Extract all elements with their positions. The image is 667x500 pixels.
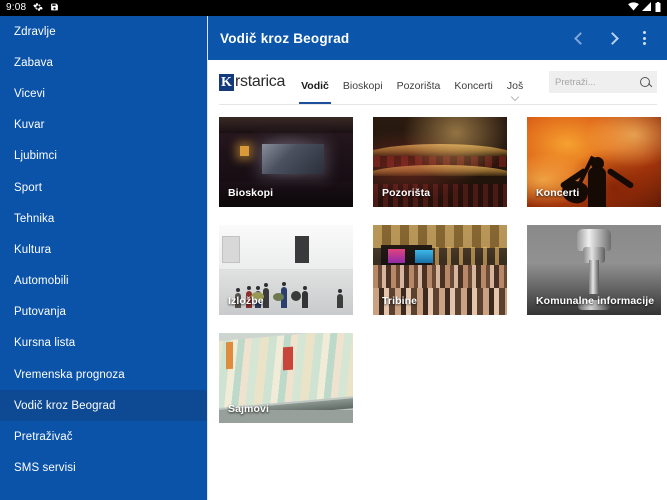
tile-komunalne-informacije[interactable]: Komunalne informacije [527, 225, 661, 315]
chevron-right-icon [605, 31, 619, 45]
kebab-menu-icon [642, 31, 646, 45]
signal-icon [642, 2, 652, 14]
tab-koncerti[interactable]: Koncerti [454, 80, 493, 104]
sidebar-item-tehnika[interactable]: Tehnika [0, 203, 207, 234]
sidebar-item-label: Vicevi [14, 87, 46, 100]
sidebar-item-label: Automobili [14, 275, 69, 288]
chevron-down-icon [510, 92, 520, 102]
tile-label: Sajmovi [228, 403, 269, 415]
battery-icon [655, 1, 661, 15]
tab-label: Još [506, 80, 524, 92]
site-header: K rstarica Vodič Bioskopi Pozorišta Konc… [209, 60, 667, 104]
sidebar-item-pretrazivac[interactable]: Pretraživač [0, 421, 207, 452]
sidebar-item-kultura[interactable]: Kultura [0, 234, 207, 265]
tab-label: Pozorišta [396, 80, 441, 92]
status-bar-left: 9:08 [6, 0, 59, 16]
tab-jos[interactable]: Još [507, 80, 523, 104]
app-bar: Vodič kroz Beograd [208, 16, 667, 60]
status-bar: 9:08 [0, 0, 667, 16]
tab-label: Vodič [301, 80, 329, 92]
sidebar-item-label: Zabava [14, 56, 53, 69]
sidebar-item-label: Zdravlje [14, 25, 56, 38]
tile-label: Pozorišta [382, 187, 431, 199]
forward-button[interactable] [597, 23, 627, 53]
sidebar-item-label: Kultura [14, 243, 52, 256]
tile-izlozbe[interactable]: Izložbe [219, 225, 353, 315]
logo-mark: K [219, 73, 234, 91]
sidebar-item-vodic-kroz-beograd[interactable]: Vodič kroz Beograd [0, 390, 207, 422]
tab-vodic[interactable]: Vodič [299, 80, 331, 104]
tab-label: Koncerti [454, 80, 493, 92]
tab-bioskopi[interactable]: Bioskopi [343, 80, 383, 104]
sidebar-item-vicevi[interactable]: Vicevi [0, 78, 207, 109]
tile-pozorista[interactable]: Pozorišta [373, 117, 507, 207]
sidebar-item-label: Kursna lista [14, 337, 76, 350]
save-icon [50, 2, 59, 15]
status-bar-right [628, 1, 661, 15]
search-input[interactable]: Pretraži... [549, 71, 657, 93]
sidebar-item-sport[interactable]: Sport [0, 172, 207, 203]
sidebar-item-automobili[interactable]: Automobili [0, 266, 207, 297]
tile-label: Bioskopi [228, 187, 274, 199]
sidebar-item-kuvar[interactable]: Kuvar [0, 110, 207, 141]
sidebar-item-ljubimci[interactable]: Ljubimci [0, 141, 207, 172]
tile-label: Koncerti [536, 187, 580, 199]
back-button[interactable] [565, 23, 595, 53]
sidebar-item-label: Ljubimci [14, 150, 57, 163]
logo-wordmark: rstarica [235, 73, 286, 90]
chevron-left-icon [573, 31, 587, 45]
sidebar-item-zdravlje[interactable]: Zdravlje [0, 16, 207, 47]
tile-koncerti[interactable]: Koncerti [527, 117, 661, 207]
screen: 9:08 Zdravlje Zabava Vicevi Kuvar Ljubim [0, 0, 667, 500]
sidebar-item-label: Pretraživač [14, 431, 73, 444]
sidebar-item-label: Kuvar [14, 119, 45, 132]
webview[interactable]: K rstarica Vodič Bioskopi Pozorišta Konc… [209, 60, 667, 500]
tab-pozorista[interactable]: Pozorišta [397, 80, 441, 104]
category-grid: Bioskopi Pozorišta Koncerti Izložbe Trib… [209, 105, 667, 423]
tile-bioskopi[interactable]: Bioskopi [219, 117, 353, 207]
sidebar-item-sms-servisi[interactable]: SMS servisi [0, 453, 207, 484]
sidebar-item-label: Sport [14, 181, 42, 194]
tile-label: Komunalne informacije [536, 295, 655, 307]
gear-icon [33, 2, 43, 15]
tile-sajmovi[interactable]: Sajmovi [219, 333, 353, 423]
sidebar-item-vremenska-prognoza[interactable]: Vremenska prognoza [0, 359, 207, 390]
krstarica-logo[interactable]: K rstarica [219, 73, 285, 91]
overflow-menu-button[interactable] [629, 23, 659, 53]
tile-label: Izložbe [228, 295, 264, 307]
page-title: Vodič kroz Beograd [220, 30, 350, 46]
sidebar-item-label: Vremenska prognoza [14, 368, 125, 381]
sidebar-item-label: SMS servisi [14, 462, 76, 475]
sidebar-item-label: Vodič kroz Beograd [14, 399, 116, 412]
tile-tribine[interactable]: Tribine [373, 225, 507, 315]
sidebar-item-label: Tehnika [14, 212, 55, 225]
site-nav[interactable]: Vodič Bioskopi Pozorišta Koncerti Još [299, 60, 523, 104]
sidebar-item-label: Putovanja [14, 306, 67, 319]
tile-label: Tribine [382, 295, 418, 307]
navigation-drawer[interactable]: Zdravlje Zabava Vicevi Kuvar Ljubimci Sp… [0, 16, 208, 500]
tab-label: Bioskopi [342, 80, 383, 92]
sidebar-item-kursna-lista[interactable]: Kursna lista [0, 328, 207, 359]
search-icon[interactable] [640, 76, 651, 88]
status-bar-clock: 9:08 [6, 2, 27, 13]
sidebar-item-putovanja[interactable]: Putovanja [0, 297, 207, 328]
sidebar-item-zabava[interactable]: Zabava [0, 47, 207, 78]
app-bar-actions [565, 23, 659, 53]
wifi-icon [628, 2, 639, 14]
search-placeholder: Pretraži... [555, 76, 596, 88]
